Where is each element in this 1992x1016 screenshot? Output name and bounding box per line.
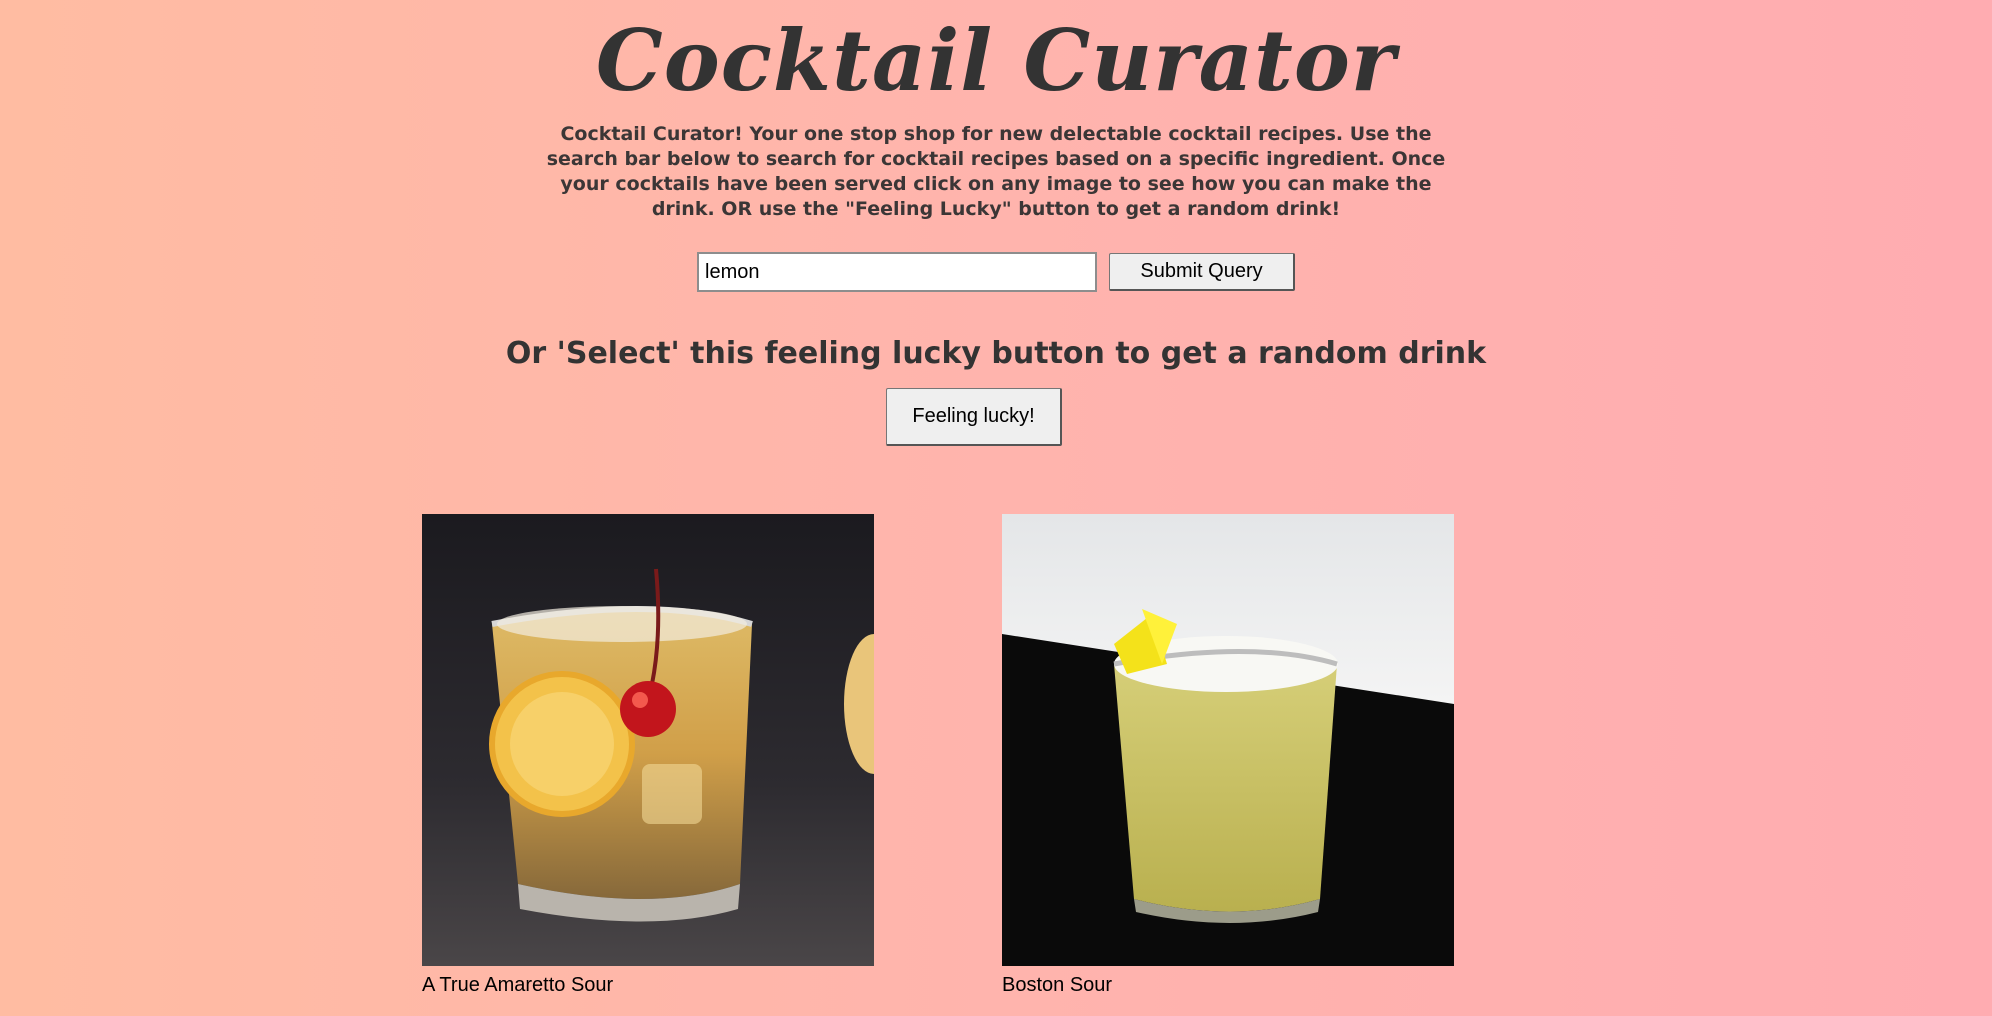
page-title: Cocktail Curator <box>595 11 1397 110</box>
cocktail-image[interactable] <box>1002 514 1454 966</box>
cocktail-card: Boston Sour <box>1002 514 1454 996</box>
cocktail-name: Boston Sour <box>1002 974 1113 996</box>
submit-query-button[interactable]: Submit Query <box>1109 253 1295 291</box>
cocktail-name: A True Amaretto Sour <box>422 974 614 996</box>
search-form: Submit Query <box>0 252 1992 292</box>
cocktail-card: A True Amaretto Sour <box>422 514 874 996</box>
feeling-lucky-button[interactable]: Feeling lucky! <box>886 388 1062 446</box>
intro-text: Cocktail Curator! Your one stop shop for… <box>546 123 1446 220</box>
lucky-heading: Or 'Select' this feeling lucky button to… <box>505 336 1487 371</box>
cocktail-image[interactable] <box>422 514 874 966</box>
search-input[interactable] <box>697 252 1097 292</box>
